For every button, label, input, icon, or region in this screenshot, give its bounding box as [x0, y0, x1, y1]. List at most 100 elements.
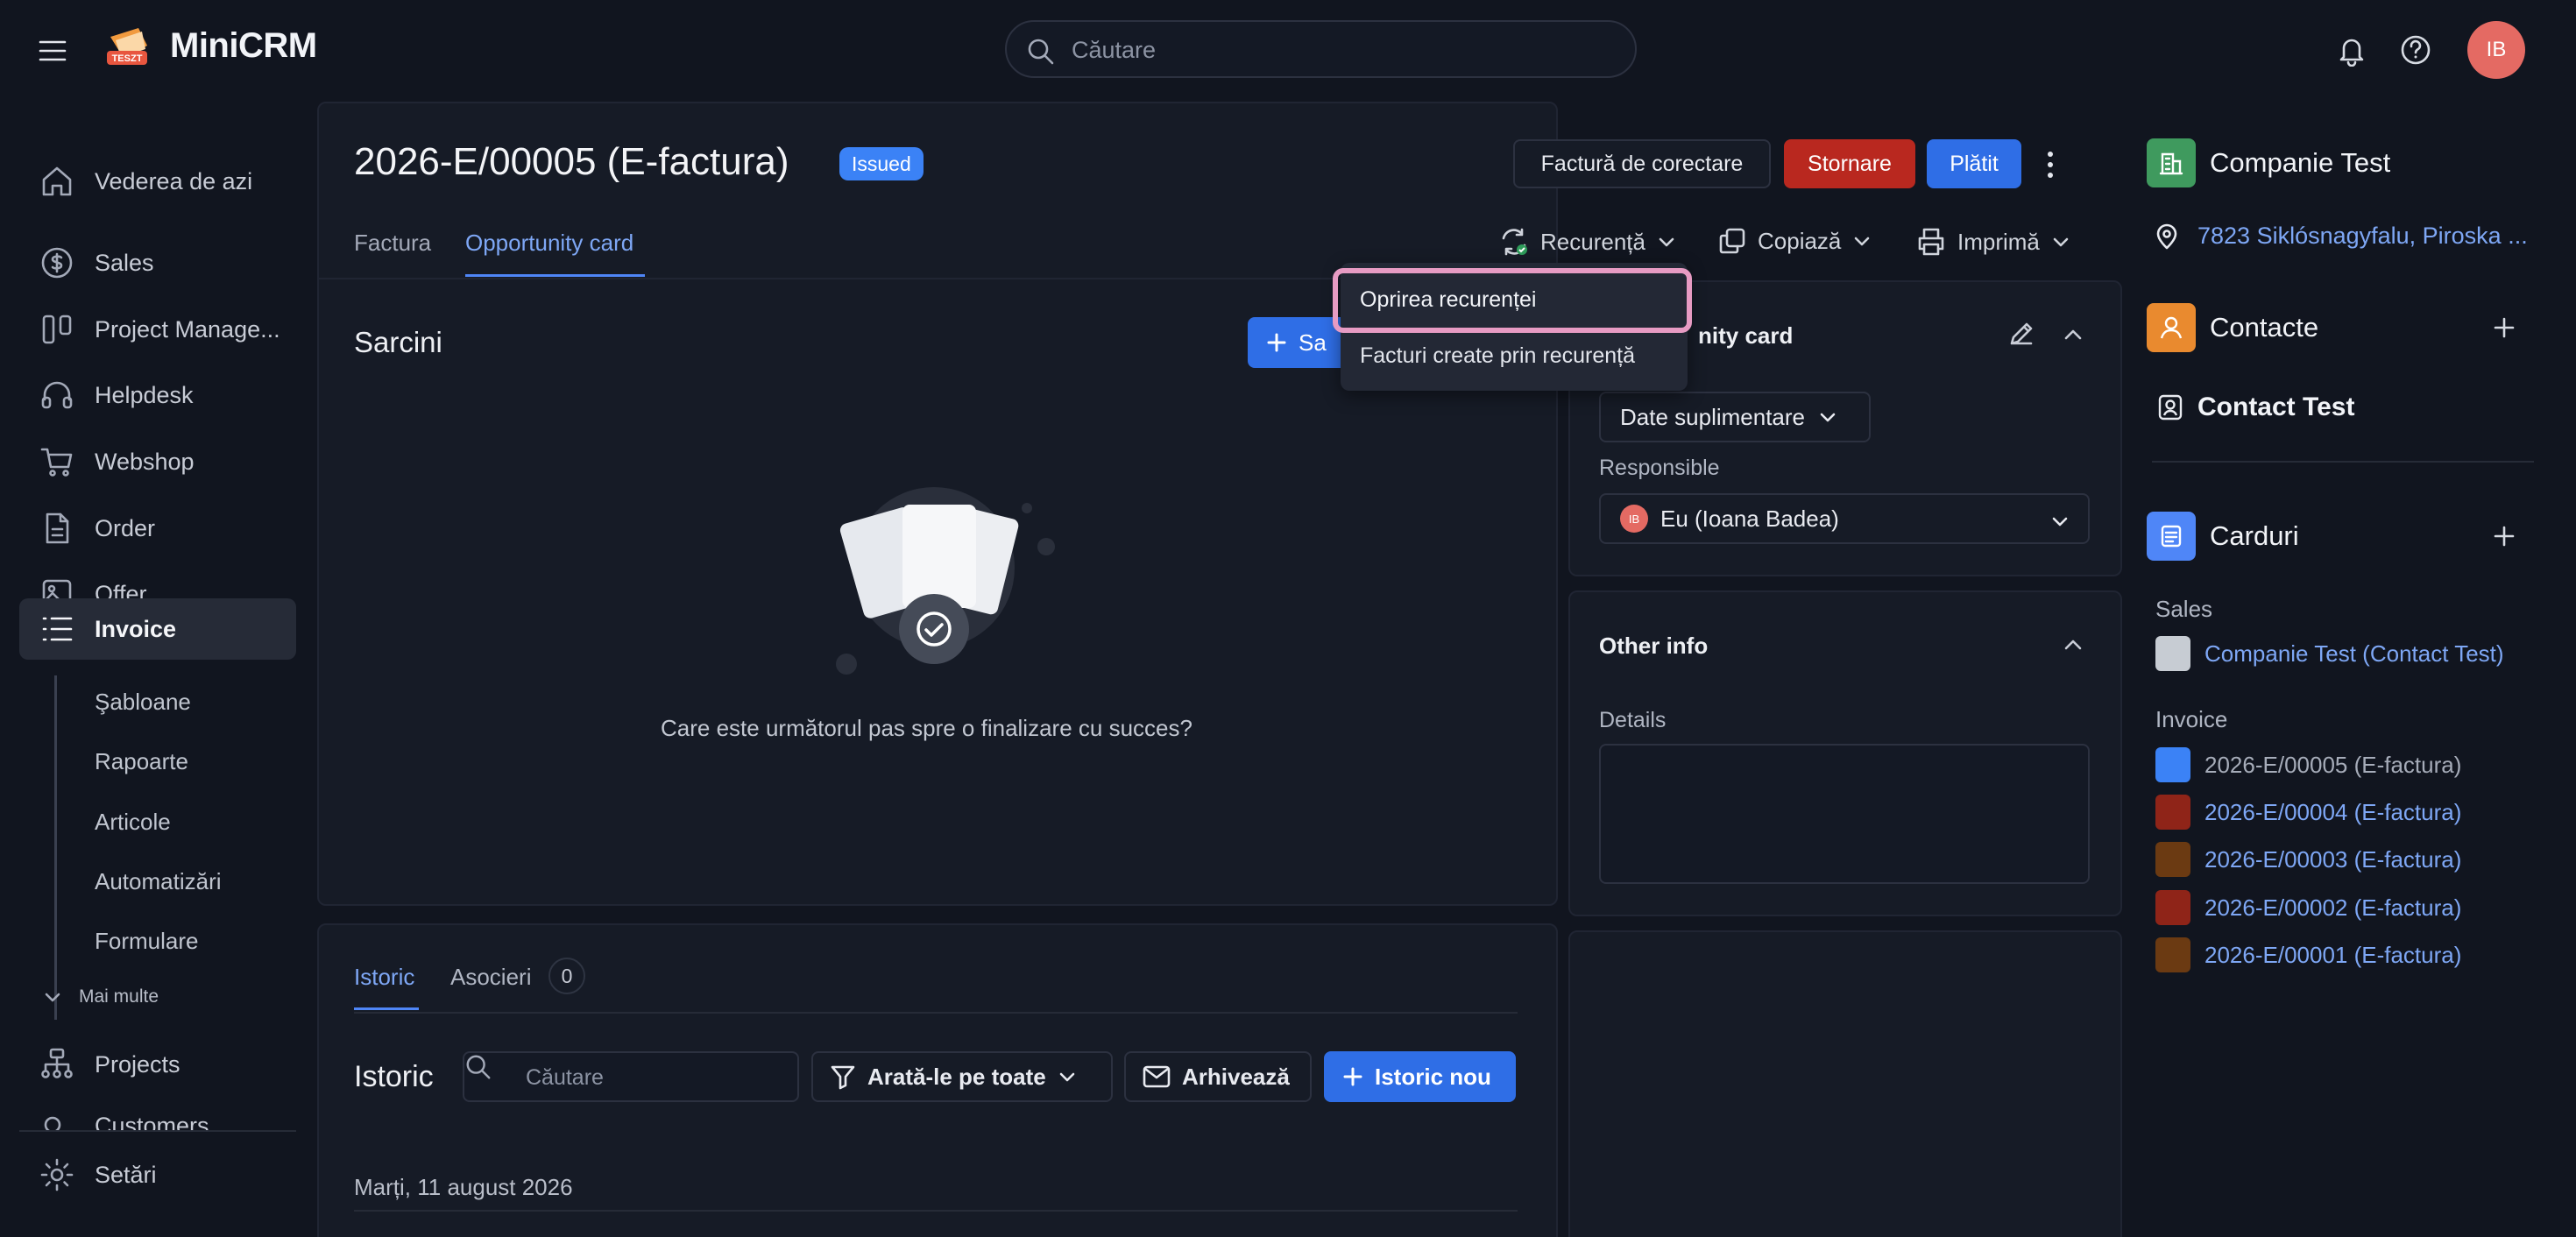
collapse-chevron-icon[interactable] — [2061, 633, 2085, 657]
storno-button[interactable]: Stornare — [1784, 139, 1915, 188]
cart-icon — [40, 448, 73, 477]
active-tab-indicator — [354, 1007, 419, 1010]
dollar-icon — [41, 247, 73, 279]
app-name: MiniCRM — [170, 26, 317, 65]
cards-icon — [2147, 512, 2196, 561]
menu-item-stop-recurrence[interactable]: Oprirea recurenței — [1360, 287, 1536, 313]
card-item[interactable]: 2026-E/00003 (E-factura) — [2155, 842, 2461, 877]
sidebar-more[interactable]: Mai multe — [42, 986, 159, 1007]
tab-invoice[interactable]: Factura — [354, 230, 431, 257]
sidebar-item-label: Setări — [95, 1161, 157, 1188]
printer-icon — [1918, 228, 1944, 256]
sidebar-item-webshop[interactable]: Webshop — [19, 431, 296, 492]
recurrence-menu-button[interactable]: Recurență — [1498, 226, 1677, 258]
sidebar-item-projects[interactable]: Projects — [19, 1034, 296, 1095]
sidebar-item-settings[interactable]: Setări — [19, 1144, 296, 1205]
home-icon — [42, 166, 72, 196]
card-item[interactable]: 2026-E/00001 (E-factura) — [2155, 937, 2461, 972]
card-item[interactable]: 2026-E/00004 (E-factura) — [2155, 795, 2461, 830]
sidebar-subitem-articles[interactable]: Articole — [95, 809, 171, 836]
collapse-chevron-icon[interactable] — [2061, 322, 2085, 347]
chevron-down-icon — [1659, 237, 1674, 247]
sidebar-item-project-management[interactable]: Project Manage... — [19, 299, 296, 360]
contact-card-icon — [2155, 392, 2185, 422]
tab-history[interactable]: Istoric — [354, 964, 414, 991]
sidebar-divider — [19, 1130, 296, 1132]
chevron-down-icon — [1059, 1072, 1075, 1082]
more-options-icon[interactable] — [2042, 149, 2059, 180]
sidebar-item-label: Projects — [95, 1050, 180, 1078]
copy-icon — [1719, 228, 1745, 254]
recurrence-icon — [1502, 228, 1527, 256]
details-label: Details — [1599, 708, 1667, 732]
card-item[interactable]: Companie Test (Contact Test) — [2155, 636, 2504, 671]
new-history-button[interactable]: Istoric nou — [1324, 1051, 1516, 1102]
sidebar-item-helpdesk[interactable]: Helpdesk — [19, 364, 296, 426]
sidebar-subitem-reports[interactable]: Rapoarte — [95, 748, 188, 775]
search-icon — [1028, 39, 1054, 65]
correction-invoice-button[interactable]: Factură de corectare — [1513, 139, 1771, 188]
plus-icon — [1343, 1067, 1362, 1086]
card-item[interactable]: 2026-E/00005 (E-factura) — [2155, 747, 2461, 782]
menu-item-recurrence-invoices[interactable]: Facturi create prin recurență — [1360, 343, 1635, 369]
associations-count-badge: 0 — [548, 958, 585, 994]
opportunity-card-title: nity card — [1698, 322, 1794, 349]
history-search-input[interactable] — [526, 1064, 780, 1092]
cards-group-title: Invoice — [2155, 706, 2228, 732]
tab-opportunity-card[interactable]: Opportunity card — [465, 230, 633, 257]
add-card-plus-icon[interactable] — [2492, 524, 2516, 548]
chevron-down-icon — [45, 993, 60, 1002]
responsible-select[interactable]: IB Eu (Ioana Badea) — [1599, 493, 2090, 544]
tab-associations[interactable]: Asocieri — [450, 964, 531, 991]
plus-icon — [1267, 333, 1286, 352]
sidebar-item-invoice[interactable]: Invoice — [19, 598, 296, 660]
company-icon — [2147, 138, 2196, 187]
sidebar-item-sales[interactable]: Sales — [19, 232, 296, 293]
bell-icon[interactable] — [2336, 33, 2367, 67]
details-textarea[interactable] — [1599, 744, 2090, 884]
svg-text:TESZT: TESZT — [112, 53, 143, 64]
map-pin-icon — [2154, 223, 2180, 251]
menu-icon[interactable] — [35, 33, 70, 68]
additional-data-dropdown[interactable]: Date suplimentare — [1599, 392, 1871, 442]
sidebar-item-customers[interactable]: Customers — [19, 1109, 296, 1130]
sidebar-item-order[interactable]: Order — [19, 498, 296, 559]
sidebar-item-label: Customers — [95, 1113, 209, 1130]
archive-button[interactable]: Arhivează — [1124, 1051, 1312, 1102]
minicrm-logo[interactable]: TESZT — [103, 25, 159, 75]
history-search[interactable] — [463, 1051, 799, 1102]
sidebar-item-label: Order — [95, 514, 156, 541]
contacts-title: Contacte — [2210, 312, 2319, 343]
company-address-link[interactable]: 7823 Siklósnagyfalu, Piroska ... — [2197, 223, 2528, 250]
card-item[interactable]: 2026-E/00002 (E-factura) — [2155, 890, 2461, 925]
filter-show-all-button[interactable]: Arată-le pe toate — [811, 1051, 1113, 1102]
global-search[interactable] — [1005, 20, 1637, 78]
sidebar-subitem-templates[interactable]: Şabloane — [95, 689, 191, 716]
sidebar-item-label: Helpdesk — [95, 381, 194, 408]
tasks-title: Sarcini — [354, 326, 442, 358]
contact-name[interactable]: Contact Test — [2197, 392, 2354, 422]
gear-icon — [40, 1158, 74, 1191]
sidebar-item-today[interactable]: Vederea de azi — [19, 151, 296, 212]
edit-icon[interactable] — [2006, 319, 2036, 349]
search-icon — [466, 1055, 491, 1079]
copy-menu-button[interactable]: Copiază — [1717, 226, 1872, 256]
add-contact-plus-icon[interactable] — [2492, 315, 2516, 340]
empty-tasks-message: Care este următorul pas spre o finalizar… — [661, 715, 1192, 741]
search-input[interactable] — [1072, 34, 1615, 66]
document-icon — [46, 512, 69, 544]
chevron-down-icon — [2052, 517, 2068, 527]
empty-tasks-illustration — [824, 480, 1069, 682]
user-avatar[interactable]: IB — [2467, 21, 2525, 79]
help-icon[interactable] — [2399, 33, 2432, 67]
sidebar-subitem-automations[interactable]: Automatizări — [95, 868, 222, 895]
cards-group-title: Sales — [2155, 596, 2213, 622]
empty-side-panel — [1568, 930, 2122, 1237]
paid-button[interactable]: Plătit — [1927, 139, 2021, 188]
print-menu-button[interactable]: Imprimă — [1915, 226, 2071, 258]
sidebar-subitem-forms[interactable]: Formulare — [95, 928, 198, 955]
page-title: 2026-E/00005 (E-factura) — [354, 140, 789, 183]
company-name[interactable]: Companie Test — [2210, 147, 2390, 179]
sidebar-item-label: Invoice — [95, 615, 177, 642]
active-tab-indicator — [465, 274, 645, 277]
